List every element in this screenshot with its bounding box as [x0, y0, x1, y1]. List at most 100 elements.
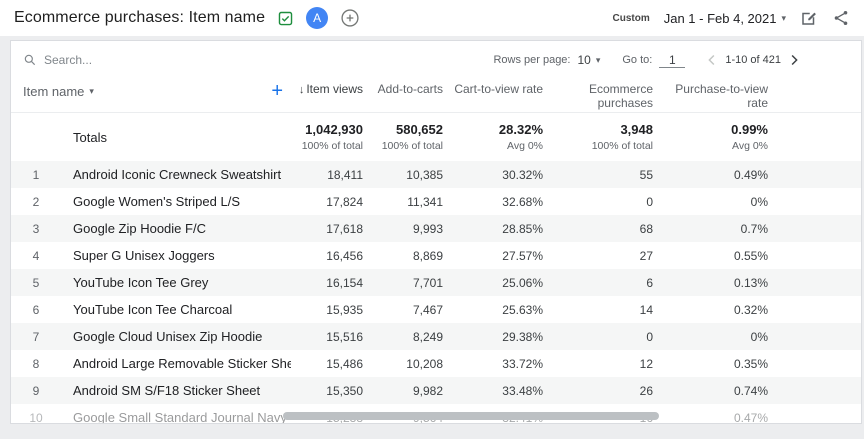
rows-per-page-label: Rows per page:: [493, 54, 571, 66]
rows-per-page-select[interactable]: 10 ▾: [577, 53, 600, 67]
totals-value: 3,948: [620, 122, 653, 137]
search-box[interactable]: [23, 53, 243, 67]
metric-cell: 0.32%: [733, 302, 768, 317]
totals-item-views: 1,042,930 100% of total: [291, 122, 371, 152]
metric-cell: 17,824: [326, 194, 363, 209]
metric-cell: 15,935: [326, 302, 363, 317]
metric-cell: 17,618: [326, 221, 363, 236]
horizontal-scrollbar[interactable]: [283, 412, 659, 420]
table-row[interactable]: 1 Android Iconic Crewneck Sweatshirt 18,41…: [11, 161, 861, 188]
totals-subvalue: 100% of total: [301, 140, 363, 152]
item-name-cell: Google Small Standard Journal Navy: [73, 410, 287, 424]
metric-cell: 25.06%: [502, 275, 543, 290]
metric-cell: 16,154: [326, 275, 363, 290]
share-icon[interactable]: [832, 9, 850, 27]
item-name-cell: YouTube Icon Tee Grey: [73, 275, 209, 290]
metric-cell: 10,208: [406, 356, 443, 371]
chevron-down-icon: ▾: [781, 12, 786, 23]
metric-cell: 18,411: [327, 167, 363, 182]
totals-value: 1,042,930: [305, 122, 363, 137]
metric-cell: 10,385: [406, 167, 443, 182]
totals-subvalue: Avg 0%: [507, 140, 543, 152]
totals-cart-to-view-rate: 28.32% Avg 0%: [451, 122, 551, 152]
search-icon: [23, 53, 37, 67]
row-index: 1: [32, 167, 40, 182]
column-header-item-views[interactable]: ↓ Item views: [291, 82, 371, 97]
item-name-cell: Google Women's Striped L/S: [73, 194, 240, 209]
metric-cell: 0: [646, 329, 653, 344]
item-name-cell: Super G Unisex Joggers: [73, 248, 215, 263]
metric-cell: 0%: [750, 329, 768, 344]
metric-cell: 0%: [750, 194, 768, 209]
item-name-cell: Google Zip Hoodie F/C: [73, 221, 206, 236]
edit-comparisons-icon[interactable]: [800, 9, 818, 27]
metric-cell: 29.38%: [502, 329, 543, 344]
metric-cell: 32.68%: [502, 194, 543, 209]
row-index: 8: [32, 356, 40, 371]
chevron-down-icon: ▾: [89, 85, 94, 96]
row-index: 10: [29, 410, 43, 424]
table-row[interactable]: 6 YouTube Icon Tee Charcoal 15,935 7,467 25.…: [11, 296, 861, 323]
header-left: Ecommerce purchases: Item name A: [14, 7, 360, 29]
totals-subvalue: 100% of total: [381, 140, 443, 152]
item-name-cell: YouTube Icon Tee Charcoal: [73, 302, 233, 317]
totals-add-to-carts: 580,652 100% of total: [371, 122, 451, 152]
row-index: 5: [32, 275, 40, 290]
metric-cell: 30.32%: [502, 167, 543, 182]
dimension-header-label: Item name: [23, 83, 85, 99]
rows-per-page-value: 10: [577, 53, 591, 67]
metric-cell: 55: [639, 167, 653, 182]
column-header-add-to-carts[interactable]: Add-to-carts: [371, 82, 451, 96]
row-index: 2: [32, 194, 40, 209]
metric-cell: 8,869: [412, 248, 443, 263]
table-row[interactable]: 3 Google Zip Hoodie F/C 17,618 9,993 28.85% 6…: [11, 215, 861, 242]
metric-cell: 15,486: [326, 356, 363, 371]
metric-cell: 15,350: [326, 383, 363, 398]
metric-cell: 14: [639, 302, 653, 317]
add-metric-icon[interactable]: +: [271, 81, 283, 101]
metric-cell: 15,516: [326, 329, 363, 344]
add-comparison-icon[interactable]: [340, 8, 360, 28]
row-index: 4: [32, 248, 40, 263]
go-to-label: Go to:: [622, 54, 653, 66]
dimension-header[interactable]: Item name ▾: [23, 84, 94, 99]
dimension-header-cell: Item name ▾ +: [11, 81, 291, 101]
metric-cell: 9,982: [412, 383, 443, 398]
table-row[interactable]: 4 Super G Unisex Joggers 16,456 8,869 27.57%…: [11, 242, 861, 269]
metric-cell: 26: [639, 383, 653, 398]
row-index: 7: [32, 329, 40, 344]
table-row[interactable]: 7 Google Cloud Unisex Zip Hoodie 15,516 8,2…: [11, 323, 861, 350]
column-header-cart-to-view-rate[interactable]: Cart-to-view rate: [451, 82, 551, 96]
metric-cell: 0.13%: [733, 275, 768, 290]
sort-desc-icon: ↓: [298, 84, 305, 96]
table-row[interactable]: 5 YouTube Icon Tee Grey 16,154 7,701 25.06% 6…: [11, 269, 861, 296]
metric-cell: 0.49%: [733, 167, 768, 182]
table-row[interactable]: 8 Android Large Removable Sticker Sheet 15…: [11, 350, 861, 377]
totals-value: 580,652: [396, 122, 443, 137]
date-range-text: Jan 1 - Feb 4, 2021: [663, 10, 777, 26]
chevron-right-icon[interactable]: [785, 51, 803, 69]
date-range-selector[interactable]: Jan 1 - Feb 4, 2021 ▾: [664, 11, 786, 26]
comparison-chip-avatar[interactable]: A: [306, 7, 329, 29]
pagination-controls: Rows per page: 10 ▾ Go to: 1-10 of 421: [493, 51, 803, 69]
column-header-ecommerce-purchases[interactable]: Ecommerce purchases: [551, 82, 661, 110]
table-row[interactable]: 9 Android SM S/F18 Sticker Sheet 15,350 9,9…: [11, 377, 861, 404]
metric-cell: 0.55%: [733, 248, 768, 263]
totals-label: Totals: [73, 129, 107, 145]
metric-cell: 6: [646, 275, 653, 290]
totals-subvalue: Avg 0%: [732, 140, 768, 152]
totals-value: 0.99%: [731, 122, 768, 137]
metric-cell: 7,701: [412, 275, 443, 290]
table-header-row: Item name ▾ + ↓ Item views Add-to-carts C…: [11, 75, 861, 113]
search-input[interactable]: [44, 53, 214, 67]
metric-cell: 0.7%: [740, 221, 768, 236]
pagination-range: 1-10 of 421: [725, 54, 781, 66]
column-header-purchase-to-view-rate[interactable]: Purchase-to-view rate: [661, 82, 776, 110]
chevron-left-icon[interactable]: [703, 51, 721, 69]
metric-cell: 16,456: [326, 248, 363, 263]
table-row[interactable]: 2 Google Women's Striped L/S 17,824 11,341 3…: [11, 188, 861, 215]
row-index: 3: [32, 221, 40, 236]
go-to-input[interactable]: [659, 52, 686, 68]
metric-cell: 0.47%: [733, 410, 768, 424]
totals-row: Totals 1,042,930 100% of total 580,652 1…: [11, 113, 861, 161]
